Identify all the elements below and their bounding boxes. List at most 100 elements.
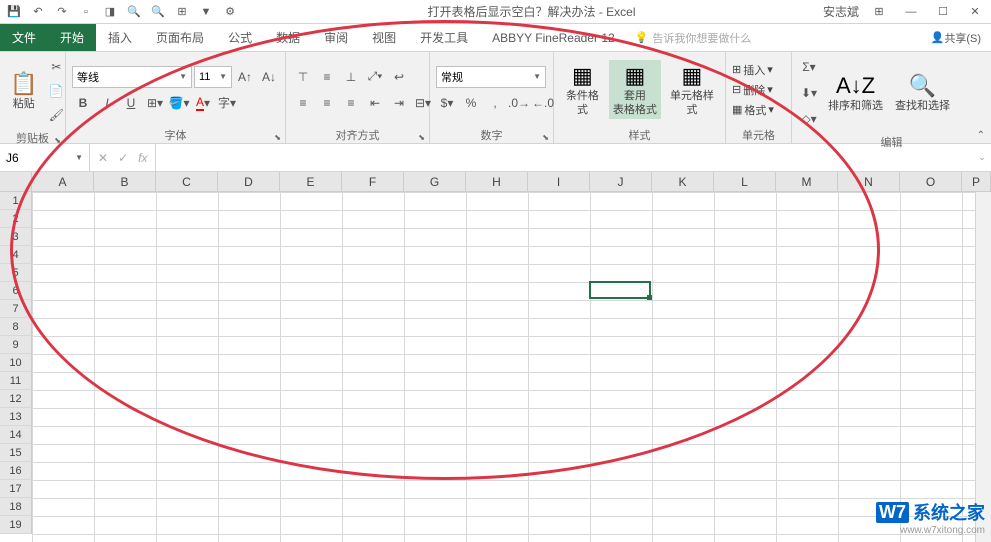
vertical-scrollbar[interactable] <box>975 192 991 542</box>
format-painter-icon[interactable]: 🖌 <box>45 104 67 126</box>
cut-icon[interactable]: ✂ <box>45 56 67 78</box>
italic-button[interactable]: I <box>96 92 118 114</box>
row-header[interactable]: 8 <box>0 318 32 336</box>
qat-item[interactable]: ◨ <box>100 2 120 22</box>
column-header[interactable]: O <box>900 172 962 192</box>
increase-indent-icon[interactable]: ⇥ <box>388 92 410 114</box>
row-header[interactable]: 10 <box>0 354 32 372</box>
column-header[interactable]: C <box>156 172 218 192</box>
expand-formula-bar-icon[interactable]: ⌄ <box>973 152 991 163</box>
tab-developer[interactable]: 开发工具 <box>408 24 480 51</box>
format-cells-button[interactable]: ▦ 格式 ▾ <box>732 102 774 118</box>
format-as-table-button[interactable]: ▦ 套用 表格格式 <box>609 60 661 118</box>
row-header[interactable]: 14 <box>0 426 32 444</box>
dialog-launcher-icon[interactable]: ⬊ <box>418 133 425 142</box>
filter-icon[interactable]: ▼ <box>196 2 216 22</box>
find-select-button[interactable]: 🔍 查找和选择 <box>891 70 954 115</box>
font-size-combo[interactable]: 11▼ <box>194 66 232 88</box>
maximize-icon[interactable]: ☐ <box>931 2 955 22</box>
underline-button[interactable]: U <box>120 92 142 114</box>
undo-icon[interactable]: ↶ <box>28 2 48 22</box>
row-header[interactable]: 17 <box>0 480 32 498</box>
align-middle-icon[interactable]: ≡ <box>316 66 338 88</box>
row-header[interactable]: 6 <box>0 282 32 300</box>
align-center-icon[interactable]: ≡ <box>316 92 338 114</box>
column-header[interactable]: K <box>652 172 714 192</box>
dialog-launcher-icon[interactable]: ⬊ <box>542 133 549 142</box>
conditional-format-button[interactable]: ▦ 条件格式 <box>560 60 605 118</box>
column-header[interactable]: G <box>404 172 466 192</box>
currency-icon[interactable]: $▾ <box>436 92 458 114</box>
column-header[interactable]: B <box>94 172 156 192</box>
paste-button[interactable]: 📋 粘贴 <box>6 68 41 113</box>
orientation-icon[interactable]: ⤢▾ <box>364 66 386 88</box>
font-color-icon[interactable]: A▾ <box>192 92 214 114</box>
function-icon[interactable]: fx <box>138 151 147 165</box>
tab-formulas[interactable]: 公式 <box>216 24 264 51</box>
row-header[interactable]: 16 <box>0 462 32 480</box>
phonetic-icon[interactable]: 字▾ <box>216 92 238 114</box>
row-header[interactable]: 19 <box>0 516 32 534</box>
sort-filter-button[interactable]: A↓Z 排序和筛选 <box>824 70 887 115</box>
font-name-combo[interactable]: 等线▼ <box>72 66 192 88</box>
close-icon[interactable]: ✕ <box>963 2 987 22</box>
worksheet-grid[interactable]: ABCDEFGHIJKLMNOP 12345678910111213141516… <box>0 172 991 542</box>
ribbon-options-icon[interactable]: ⊞ <box>867 2 891 22</box>
cancel-formula-icon[interactable]: ✕ <box>98 151 108 165</box>
fill-icon[interactable]: ⬇▾ <box>798 82 820 104</box>
row-header[interactable]: 5 <box>0 264 32 282</box>
row-header[interactable]: 1 <box>0 192 32 210</box>
qat-item[interactable]: ⚙ <box>220 2 240 22</box>
number-format-combo[interactable]: 常规▼ <box>436 66 546 88</box>
row-header[interactable]: 12 <box>0 390 32 408</box>
decrease-indent-icon[interactable]: ⇤ <box>364 92 386 114</box>
column-header[interactable]: H <box>466 172 528 192</box>
name-box[interactable]: J6▼ <box>0 144 90 171</box>
delete-cells-button[interactable]: ⊟ 删除 ▾ <box>732 82 774 98</box>
dialog-launcher-icon[interactable]: ⬊ <box>54 136 61 145</box>
qat-item[interactable]: 🔍 <box>124 2 144 22</box>
tab-review[interactable]: 审阅 <box>312 24 360 51</box>
row-header[interactable]: 18 <box>0 498 32 516</box>
collapse-ribbon-icon[interactable]: ⌃ <box>977 130 985 141</box>
copy-icon[interactable]: 📄 <box>45 80 67 102</box>
minimize-icon[interactable]: — <box>899 2 923 22</box>
dialog-launcher-icon[interactable]: ⬊ <box>274 133 281 142</box>
qat-item[interactable]: 🔍 <box>148 2 168 22</box>
qat-item[interactable]: ▫ <box>76 2 96 22</box>
redo-icon[interactable]: ↷ <box>52 2 72 22</box>
column-header[interactable]: M <box>776 172 838 192</box>
column-header[interactable]: D <box>218 172 280 192</box>
row-header[interactable]: 9 <box>0 336 32 354</box>
clear-icon[interactable]: ◇▾ <box>798 108 820 130</box>
row-header[interactable]: 11 <box>0 372 32 390</box>
row-header[interactable]: 7 <box>0 300 32 318</box>
tab-abbyy[interactable]: ABBYY FineReader 12 <box>480 24 627 51</box>
fill-color-icon[interactable]: 🪣▾ <box>168 92 190 114</box>
wrap-text-icon[interactable]: ↩ <box>388 66 410 88</box>
column-header[interactable]: J <box>590 172 652 192</box>
tab-insert[interactable]: 插入 <box>96 24 144 51</box>
align-top-icon[interactable]: ⊤ <box>292 66 314 88</box>
save-icon[interactable]: 💾 <box>4 2 24 22</box>
column-header[interactable]: I <box>528 172 590 192</box>
column-header[interactable]: E <box>280 172 342 192</box>
bold-button[interactable]: B <box>72 92 94 114</box>
row-header[interactable]: 4 <box>0 246 32 264</box>
align-right-icon[interactable]: ≡ <box>340 92 362 114</box>
tab-data[interactable]: 数据 <box>264 24 312 51</box>
tab-file[interactable]: 文件 <box>0 24 48 51</box>
row-header[interactable]: 15 <box>0 444 32 462</box>
decrease-decimal-icon[interactable]: ←.0 <box>532 92 554 114</box>
tab-home[interactable]: 开始 <box>48 24 96 51</box>
tell-me-search[interactable]: 💡 告诉我你想要做什么 <box>627 24 921 51</box>
qat-item[interactable]: ⊞ <box>172 2 192 22</box>
insert-cells-button[interactable]: ⊞ 插入 ▾ <box>732 62 774 78</box>
tab-layout[interactable]: 页面布局 <box>144 24 216 51</box>
active-cell[interactable] <box>589 281 651 299</box>
row-header[interactable]: 2 <box>0 210 32 228</box>
borders-icon[interactable]: ⊞▾ <box>144 92 166 114</box>
column-header[interactable]: P <box>962 172 991 192</box>
cell-styles-button[interactable]: ▦ 单元格样式 <box>665 60 719 118</box>
enter-formula-icon[interactable]: ✓ <box>118 151 128 165</box>
